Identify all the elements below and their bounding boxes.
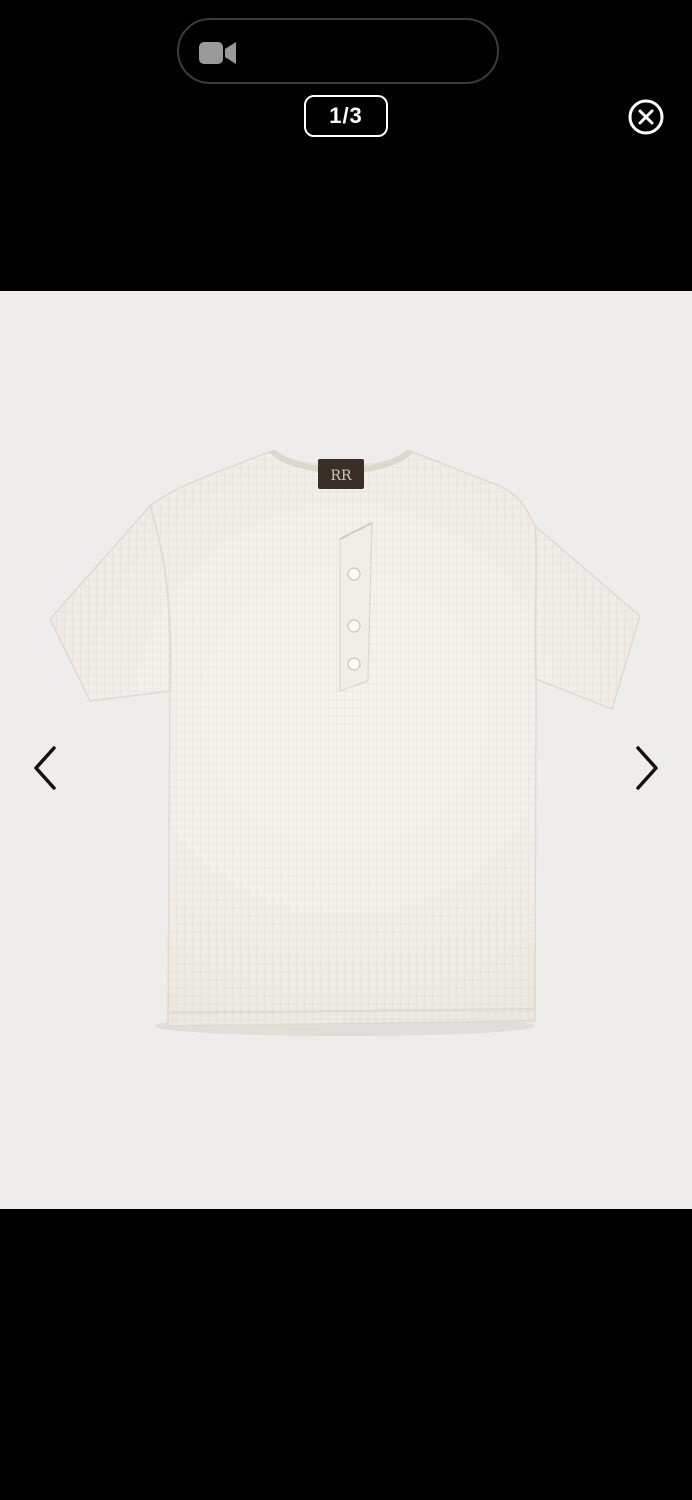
video-button[interactable] [177,18,499,84]
image-counter: 1/3 [304,95,388,137]
viewer-footer [0,1209,692,1500]
product-image: RR [49,448,641,1036]
svg-text:RR: RR [330,468,352,484]
video-camera-icon [199,42,236,64]
close-icon[interactable] [627,98,665,136]
chevron-right-icon[interactable] [626,740,666,796]
chevron-left-icon[interactable] [26,740,66,796]
product-image-viewer[interactable]: RR [0,291,692,1209]
viewer-header: 1/3 [0,0,692,291]
